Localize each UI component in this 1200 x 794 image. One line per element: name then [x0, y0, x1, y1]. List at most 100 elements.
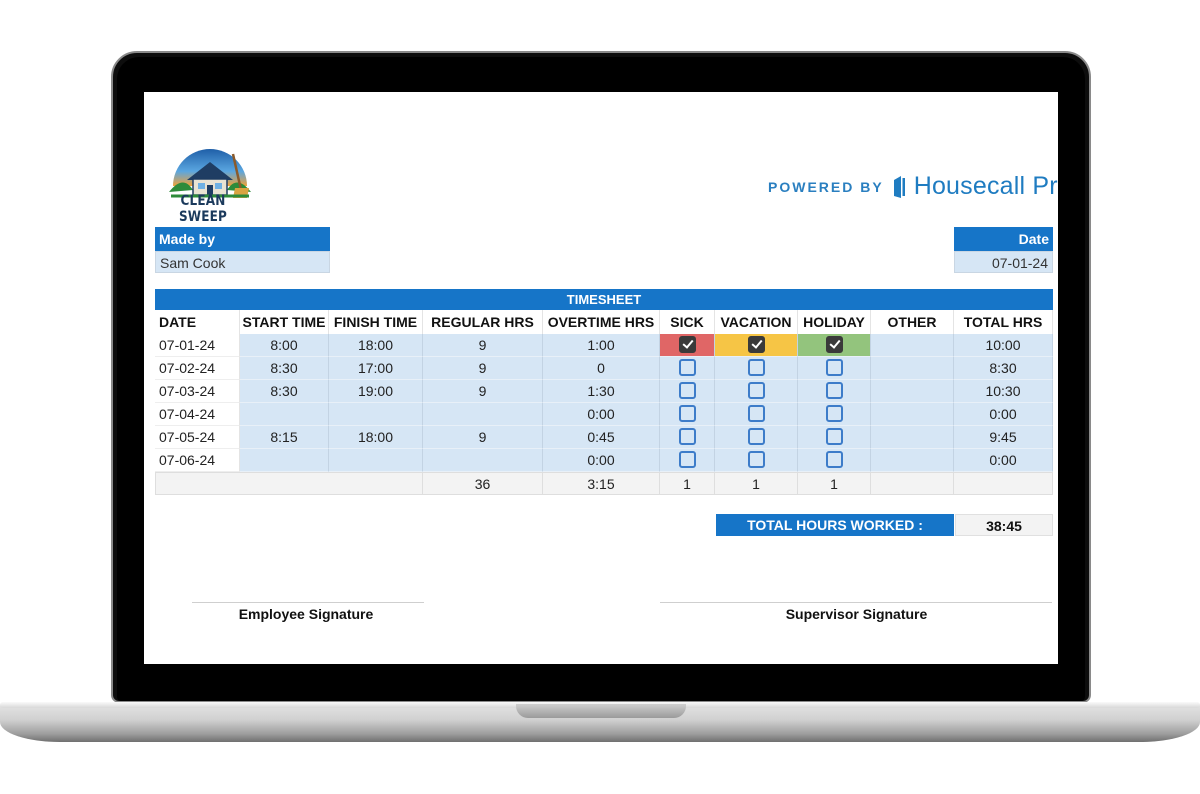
sick-checkbox[interactable] — [678, 405, 696, 423]
sick-checkbox[interactable] — [678, 451, 696, 469]
logo-wordmark: CLEAN SWEEP — [178, 193, 228, 225]
vacation-checkbox[interactable] — [747, 359, 765, 377]
cell-holiday — [798, 403, 871, 426]
col-header-other: OTHER — [871, 310, 954, 334]
holiday-checkbox[interactable] — [825, 359, 843, 377]
holiday-checkbox[interactable] — [825, 382, 843, 400]
laptop-notch — [516, 704, 686, 718]
cell-regular-hrs[interactable]: 9 — [423, 380, 543, 403]
cell-start-time[interactable] — [240, 449, 329, 472]
cell-sick — [660, 334, 715, 357]
cell-regular-hrs[interactable] — [423, 403, 543, 426]
cell-vacation — [715, 357, 798, 380]
housecall-pro-name: Housecall Pro — [913, 172, 1058, 200]
cell-date[interactable]: 07-06-24 — [155, 449, 240, 472]
holiday-checkbox[interactable] — [825, 336, 843, 354]
date-label: Date — [954, 227, 1053, 251]
made-by-box: Made by Sam Cook — [155, 227, 330, 273]
cell-other[interactable] — [871, 426, 954, 449]
timesheet-grid: DATE START TIME FINISH TIME REGULAR HRS … — [155, 310, 1053, 495]
total-holiday: 1 — [798, 472, 871, 495]
cell-other[interactable] — [871, 357, 954, 380]
col-header-finish-time: FINISH TIME — [329, 310, 423, 334]
cell-vacation — [715, 380, 798, 403]
cell-holiday — [798, 380, 871, 403]
cell-regular-hrs[interactable]: 9 — [423, 426, 543, 449]
cell-sick — [660, 357, 715, 380]
cell-date[interactable]: 07-05-24 — [155, 426, 240, 449]
sick-checkbox[interactable] — [678, 359, 696, 377]
cell-finish-time[interactable]: 18:00 — [329, 334, 423, 357]
cell-start-time[interactable]: 8:30 — [240, 380, 329, 403]
col-header-holiday: HOLIDAY — [798, 310, 871, 334]
cell-sick — [660, 403, 715, 426]
sick-checkbox[interactable] — [678, 382, 696, 400]
vacation-checkbox[interactable] — [747, 428, 765, 446]
vacation-checkbox[interactable] — [747, 451, 765, 469]
cell-start-time[interactable]: 8:15 — [240, 426, 329, 449]
cell-overtime-hrs[interactable]: 0:00 — [543, 449, 660, 472]
date-value[interactable]: 07-01-24 — [954, 251, 1053, 273]
holiday-checkbox[interactable] — [825, 428, 843, 446]
powered-by-banner: POWERED BY Housecall Pro — [768, 172, 1058, 201]
supervisor-signature-label: Supervisor Signature — [785, 606, 928, 622]
cell-start-time[interactable] — [240, 403, 329, 426]
cell-start-time[interactable]: 8:00 — [240, 334, 329, 357]
vacation-checkbox[interactable] — [747, 382, 765, 400]
sick-checkbox[interactable] — [678, 336, 696, 354]
cell-sick — [660, 380, 715, 403]
cell-date[interactable]: 07-03-24 — [155, 380, 240, 403]
cell-regular-hrs[interactable] — [423, 449, 543, 472]
powered-by-label: POWERED BY — [768, 178, 884, 195]
cell-total-hrs: 10:00 — [954, 334, 1053, 357]
cell-overtime-hrs[interactable]: 0:00 — [543, 403, 660, 426]
cell-other[interactable] — [871, 403, 954, 426]
timesheet-table: TIMESHEET DATE START TIME FINISH TIME RE… — [155, 289, 1053, 495]
cell-date[interactable]: 07-01-24 — [155, 334, 240, 357]
cell-overtime-hrs[interactable]: 1:30 — [543, 380, 660, 403]
cell-total-hrs: 9:45 — [954, 426, 1053, 449]
col-header-overtime-hrs: OVERTIME HRS — [543, 310, 660, 334]
cell-regular-hrs[interactable]: 9 — [423, 357, 543, 380]
cell-total-hrs: 10:30 — [954, 380, 1053, 403]
holiday-checkbox[interactable] — [825, 405, 843, 423]
cell-regular-hrs[interactable]: 9 — [423, 334, 543, 357]
cell-date[interactable]: 07-02-24 — [155, 357, 240, 380]
cell-finish-time[interactable]: 19:00 — [329, 380, 423, 403]
col-header-vacation: VACATION — [715, 310, 798, 334]
sick-checkbox[interactable] — [678, 428, 696, 446]
cell-overtime-hrs[interactable]: 0:45 — [543, 426, 660, 449]
cell-sick — [660, 449, 715, 472]
employee-signature-label: Employee Signature — [238, 606, 374, 622]
cell-finish-time[interactable] — [329, 403, 423, 426]
cell-finish-time[interactable]: 18:00 — [329, 426, 423, 449]
col-header-date: DATE — [155, 310, 240, 334]
total-hours-value: 38:45 — [955, 514, 1053, 536]
made-by-value[interactable]: Sam Cook — [155, 251, 330, 273]
cell-vacation — [715, 403, 798, 426]
totals-spacer — [155, 472, 423, 495]
cell-overtime-hrs[interactable]: 0 — [543, 357, 660, 380]
cell-overtime-hrs[interactable]: 1:00 — [543, 334, 660, 357]
made-by-label: Made by — [155, 227, 330, 251]
cell-date[interactable]: 07-04-24 — [155, 403, 240, 426]
cell-finish-time[interactable]: 17:00 — [329, 357, 423, 380]
vacation-checkbox[interactable] — [747, 405, 765, 423]
spreadsheet-screen: CLEAN SWEEP POWERED BY Housecall Pro Mad… — [144, 92, 1058, 664]
cell-vacation — [715, 426, 798, 449]
col-header-total-hrs: TOTAL HRS — [954, 310, 1053, 334]
employee-signature-line[interactable] — [192, 602, 424, 603]
vacation-checkbox[interactable] — [747, 336, 765, 354]
cell-other[interactable] — [871, 334, 954, 357]
cell-other[interactable] — [871, 380, 954, 403]
housecall-pro-icon — [893, 175, 905, 198]
cell-start-time[interactable]: 8:30 — [240, 357, 329, 380]
cell-finish-time[interactable] — [329, 449, 423, 472]
cell-other[interactable] — [871, 449, 954, 472]
total-total-hrs — [954, 472, 1053, 495]
col-header-start-time: START TIME — [240, 310, 329, 334]
cell-total-hrs: 8:30 — [954, 357, 1053, 380]
cell-holiday — [798, 426, 871, 449]
holiday-checkbox[interactable] — [825, 451, 843, 469]
supervisor-signature-line[interactable] — [660, 602, 1052, 603]
